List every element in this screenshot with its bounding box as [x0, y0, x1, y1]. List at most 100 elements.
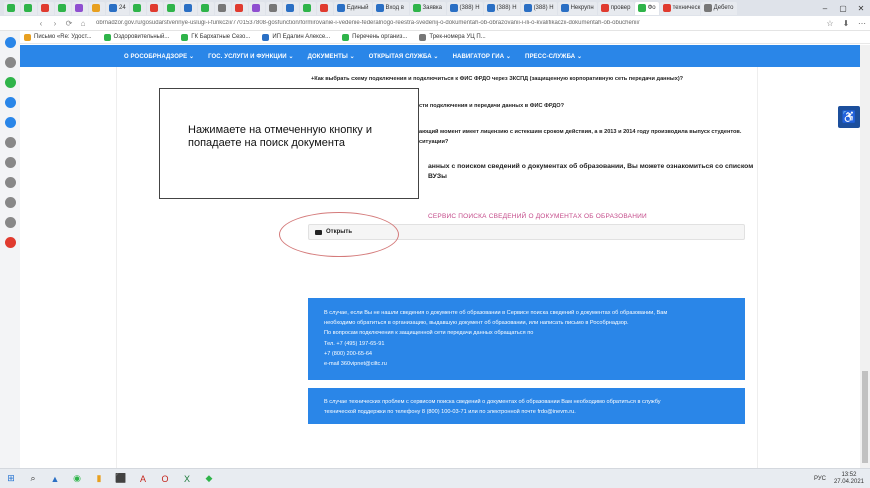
language-indicator[interactable]: РУС — [814, 476, 826, 482]
sidebar-app-icon[interactable] — [4, 77, 16, 88]
reload-icon[interactable]: ⟳ — [62, 19, 76, 28]
url-field[interactable]: obrnadzor.gov.ru/gosudarstvennye-uslugi-… — [96, 20, 656, 26]
bookmark-label: Перечень организ... — [352, 34, 408, 40]
sidebar-app-icon[interactable] — [4, 237, 16, 248]
highlight-ellipse — [279, 212, 399, 257]
browser-tab[interactable]: (388) Н — [483, 1, 520, 15]
taskbar-app-icon[interactable]: ⊞ — [0, 469, 22, 488]
browser-tab[interactable]: Дебето — [700, 1, 737, 15]
browser-tab[interactable]: (388) Н — [520, 1, 557, 15]
service-title: СЕРВИС ПОИСКА СВЕДЕНИЙ О ДОКУМЕНТАХ ОБ О… — [428, 213, 647, 220]
info-block-contacts: В случае, если Вы не нашли сведения о до… — [308, 298, 745, 380]
sidebar-app-icon[interactable] — [4, 177, 16, 188]
info-email[interactable]: e-mail 360vipnet@ciltc.ru — [324, 359, 745, 369]
taskbar-app-icon[interactable]: ▮ — [88, 469, 110, 488]
home-icon[interactable]: ⌂ — [76, 19, 90, 28]
bookmark-item[interactable]: Оздоровительный... — [103, 33, 169, 41]
bookmark-star-icon[interactable]: ☆ — [822, 19, 838, 28]
page-scrollbar[interactable] — [860, 45, 870, 468]
browser-tab[interactable] — [21, 1, 37, 15]
tab-label: (388) Н — [496, 5, 517, 11]
taskbar-app-icon[interactable]: ◆ — [198, 469, 220, 488]
nav-about[interactable]: О РОСОБРНАДЗОРЕ ⌄ — [124, 53, 194, 60]
tab-favicon-icon — [234, 4, 243, 12]
accessibility-button[interactable]: ♿ — [838, 106, 860, 128]
forward-icon[interactable]: › — [48, 19, 62, 28]
nav-documents[interactable]: ДОКУМЕНТЫ ⌄ — [308, 53, 355, 60]
clock[interactable]: 13:52 27.04.2021 — [834, 472, 864, 486]
browser-tab[interactable] — [72, 1, 88, 15]
sidebar-app-icon[interactable] — [4, 37, 16, 48]
browser-tab[interactable] — [163, 1, 180, 15]
tab-favicon-icon — [449, 4, 458, 12]
bookmark-favicon-icon — [103, 33, 111, 41]
bookmark-item[interactable]: Перечень организ... — [342, 33, 408, 41]
taskbar-app-icon[interactable]: X — [176, 469, 198, 488]
browser-tab[interactable] — [265, 1, 282, 15]
system-tray: РУС 13:52 27.04.2021 — [814, 472, 870, 486]
faq-item-connection[interactable]: +Как выбрать схему подключения и подключ… — [311, 76, 683, 82]
bookmark-item[interactable]: Трек-номера УЦ П... — [419, 33, 486, 41]
nav-services[interactable]: ГОС. УСЛУГИ И ФУНКЦИИ ⌄ — [208, 53, 294, 60]
clock-time: 13:52 — [841, 471, 857, 478]
browser-tab[interactable] — [55, 1, 71, 15]
bookmark-item[interactable]: Письмо «Re: Удост... — [24, 33, 92, 41]
sidebar-app-icon[interactable] — [4, 97, 16, 108]
tab-favicon-icon — [523, 4, 532, 12]
faq-item-data-transfer[interactable]: сти подключения и передачи данных в ФИС … — [419, 103, 564, 109]
taskbar-app-icon[interactable]: O — [154, 469, 176, 488]
browser-tab[interactable]: Фо — [634, 1, 659, 15]
browser-sidebar — [0, 31, 20, 468]
sidebar-app-icon[interactable] — [4, 57, 16, 68]
browser-tab[interactable] — [248, 1, 265, 15]
browser-tab[interactable]: техническ — [659, 1, 700, 15]
tab-favicon-icon — [302, 4, 311, 12]
browser-tab[interactable] — [146, 1, 163, 15]
bookmark-item[interactable]: ИП Едалин Алексе... — [262, 33, 330, 41]
sidebar-app-icon[interactable] — [4, 197, 16, 208]
nav-open-service[interactable]: ОТКРЫТАЯ СЛУЖБА ⌄ — [369, 53, 439, 60]
bookmark-item[interactable]: ГК Бархатные Сезо... — [181, 33, 250, 41]
sidebar-app-icon[interactable] — [4, 117, 16, 128]
browser-tab[interactable] — [38, 1, 54, 15]
taskbar-glyph-icon: ▮ — [96, 473, 102, 483]
browser-tab[interactable] — [180, 1, 197, 15]
sidebar-app-icon[interactable] — [4, 157, 16, 168]
browser-tab[interactable]: Заявка — [409, 1, 446, 15]
close-icon[interactable]: ✕ — [852, 4, 870, 13]
sidebar-app-icon[interactable] — [4, 137, 16, 148]
browser-tab[interactable] — [4, 1, 20, 15]
browser-tab[interactable] — [129, 1, 146, 15]
taskbar-glyph-icon: ◉ — [73, 473, 81, 483]
taskbar-app-icon[interactable]: ⌕ — [22, 469, 44, 488]
browser-tab[interactable] — [197, 1, 214, 15]
browser-tab[interactable]: Некрупн — [557, 1, 597, 15]
nav-gia-navigator[interactable]: НАВИГАТОР ГИА ⌄ — [453, 53, 511, 60]
scrollbar-thumb[interactable] — [862, 371, 868, 463]
browser-tab[interactable] — [316, 1, 333, 15]
sidebar-app-icon[interactable] — [4, 217, 16, 228]
browser-tab[interactable]: 24 — [106, 1, 129, 15]
browser-tab[interactable] — [214, 1, 231, 15]
taskbar-app-icon[interactable]: ▲ — [44, 469, 66, 488]
nav-press[interactable]: ПРЕСС-СЛУЖБА ⌄ — [525, 53, 582, 60]
taskbar-app-icon[interactable]: ⬛ — [110, 469, 132, 488]
taskbar-app-icon[interactable]: A — [132, 469, 154, 488]
browser-tab[interactable] — [282, 1, 299, 15]
menu-icon[interactable]: ⋯ — [854, 19, 870, 28]
faq-item-license[interactable]: ающий момент имеет лицензию с истекшим с… — [419, 129, 741, 135]
browser-tab[interactable]: провер — [597, 1, 634, 15]
browser-tab[interactable] — [89, 1, 105, 15]
minimize-icon[interactable]: – — [816, 4, 834, 13]
taskbar: ⊞ ⌕ ▲ ◉ ▮ ⬛ A O X ◆ РУС 13:52 27.04.2021 — [0, 468, 870, 488]
taskbar-app-icon[interactable]: ◉ — [66, 469, 88, 488]
back-icon[interactable]: ‹ — [34, 19, 48, 28]
tab-label: Вход в — [385, 5, 404, 11]
browser-tab[interactable]: Вход в — [372, 1, 409, 15]
browser-tab[interactable]: (388) Н — [446, 1, 483, 15]
browser-tab[interactable] — [299, 1, 316, 15]
browser-tab[interactable]: Единый — [333, 1, 372, 15]
maximize-icon[interactable]: ▢ — [834, 4, 852, 13]
download-icon[interactable]: ⬇ — [838, 19, 854, 28]
browser-tab[interactable] — [231, 1, 248, 15]
